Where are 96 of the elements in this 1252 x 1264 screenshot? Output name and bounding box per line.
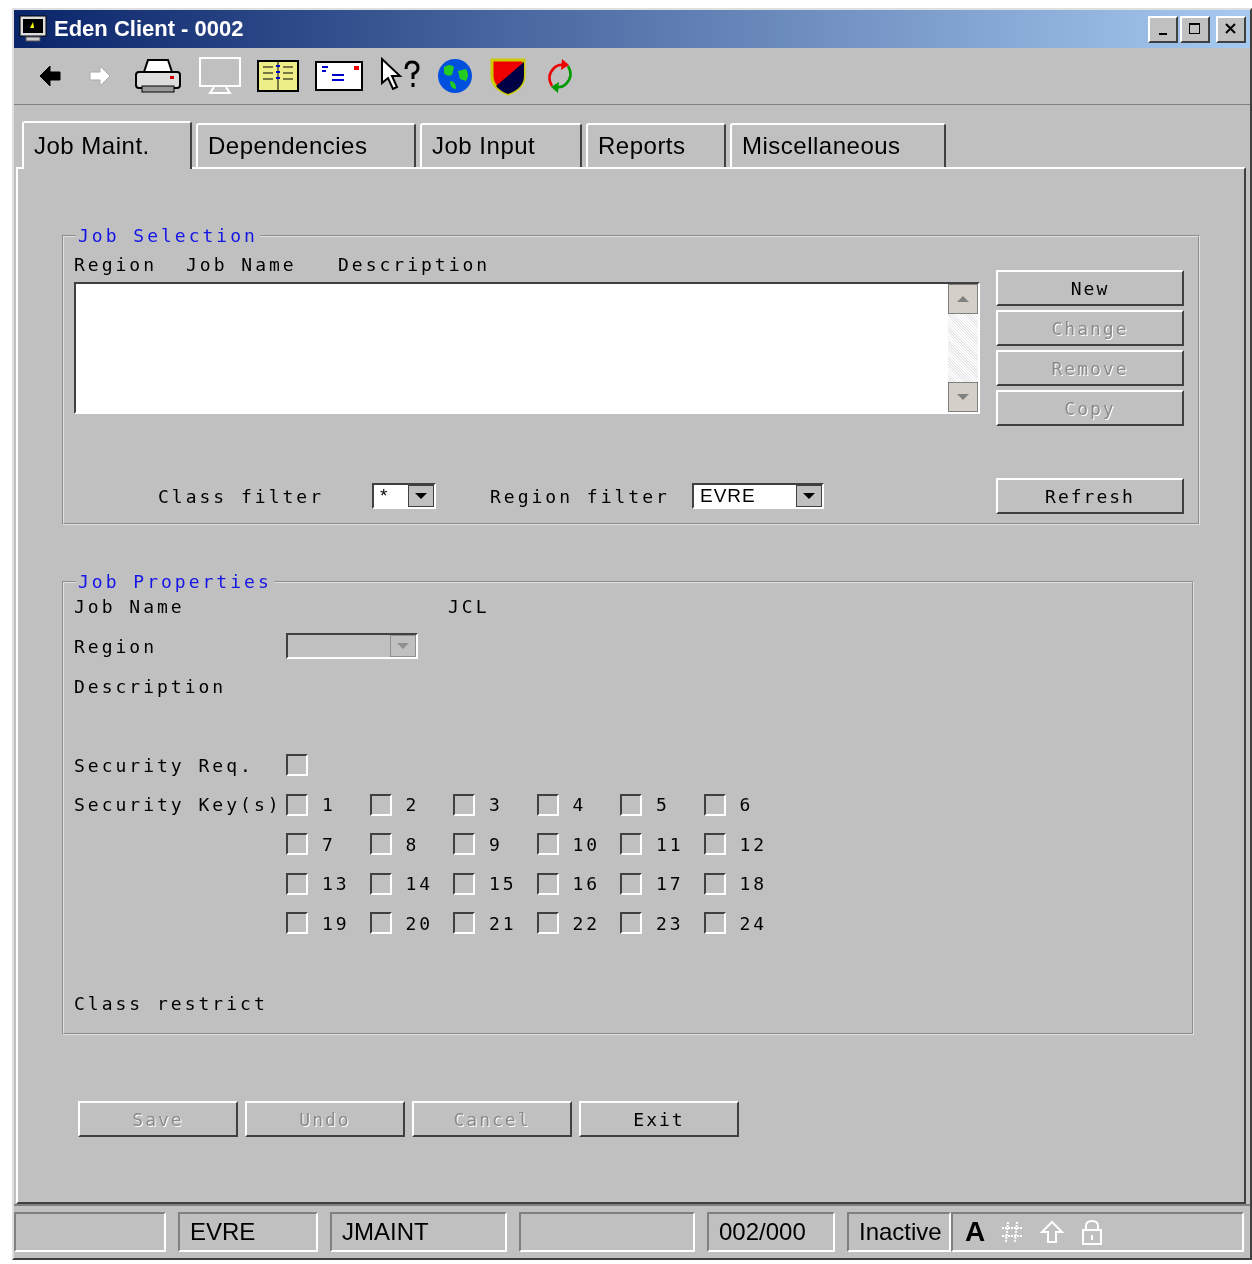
checkbox[interactable] (620, 793, 642, 816)
field-label: Class filter (158, 485, 326, 507)
checkbox-label: 16 (572, 873, 601, 895)
field-label: Security Req. (74, 754, 255, 776)
tab[interactable]: Reports (586, 123, 726, 167)
checkbox[interactable] (286, 912, 308, 935)
checkbox[interactable] (536, 793, 559, 816)
monitor-icon (18, 14, 48, 44)
action-button[interactable]: New (996, 270, 1184, 306)
checkbox[interactable] (453, 793, 475, 816)
dropdown-value: EVRE (699, 485, 756, 507)
scroll-up-button[interactable] (948, 284, 978, 314)
field-label: Description (74, 675, 228, 697)
tab[interactable]: Job Input (420, 123, 582, 167)
status-text: Inactive (859, 1218, 942, 1246)
envelope-icon[interactable] (314, 59, 364, 93)
checkbox-label: 21 (489, 912, 517, 934)
checkbox-label: 24 (739, 912, 768, 934)
field-label: JCL (448, 595, 490, 617)
checkbox[interactable] (369, 793, 392, 816)
checkbox[interactable] (453, 912, 475, 935)
checkbox-label: 19 (322, 912, 350, 934)
checkbox-label: 11 (656, 833, 684, 855)
checkbox[interactable] (620, 912, 642, 935)
checkbox[interactable] (536, 912, 559, 935)
checkbox[interactable] (620, 872, 642, 895)
checkbox[interactable] (536, 833, 559, 856)
column-header: Description (338, 253, 491, 275)
checkbox[interactable] (286, 793, 308, 816)
checkbox[interactable] (453, 833, 475, 856)
checkbox-label: 5 (656, 794, 670, 816)
column-header: Region (74, 253, 159, 275)
checkbox-label: 7 (322, 833, 336, 855)
field-label: Region (74, 635, 159, 657)
dropdown-value: * (379, 485, 389, 507)
close-button[interactable] (1216, 15, 1246, 43)
checkbox-label: 1 (322, 794, 336, 816)
checkbox-label: 12 (739, 833, 768, 855)
caps-lock-indicator: A (965, 1216, 986, 1248)
checkbox[interactable] (286, 833, 308, 856)
scrollbar[interactable] (948, 284, 978, 412)
field-label: Region filter (490, 485, 671, 507)
checkbox-label: 18 (739, 873, 768, 895)
checkbox-label: 15 (489, 873, 517, 895)
close-icon (1224, 22, 1238, 36)
tab[interactable]: Job Maint. (22, 121, 192, 169)
class-filter-dropdown[interactable]: * (372, 483, 436, 509)
checkbox[interactable] (703, 912, 726, 935)
checkbox[interactable] (369, 872, 392, 895)
checkbox-label: 20 (405, 912, 434, 934)
field-label: Class restrict (74, 992, 268, 1014)
column-header: Job Name (186, 253, 298, 275)
checkbox[interactable] (453, 872, 475, 895)
checkbox[interactable] (536, 872, 559, 895)
status-text: JMAINT (342, 1218, 429, 1246)
book-icon[interactable] (256, 58, 300, 94)
checkbox-label: 4 (572, 794, 587, 816)
checkbox-label: 10 (572, 833, 601, 855)
checkbox-label: 3 (489, 794, 503, 816)
printer-icon[interactable] (132, 56, 184, 96)
field-label: Job Name (74, 595, 186, 617)
action-button[interactable]: Exit (579, 1101, 739, 1137)
refresh-button[interactable]: Refresh (996, 478, 1184, 514)
globe-icon[interactable] (436, 57, 474, 95)
tab[interactable]: Miscellaneous (730, 123, 946, 167)
maximize-icon (1188, 22, 1202, 36)
checkbox-label: 17 (656, 873, 684, 895)
checkbox[interactable] (286, 872, 308, 895)
minimize-icon (1159, 33, 1167, 35)
checkbox-label: 14 (405, 873, 434, 895)
shield-icon[interactable] (488, 56, 528, 96)
field-label: Security Key(s) (74, 793, 283, 817)
checkbox[interactable] (703, 833, 726, 856)
checkbox-label: 8 (405, 833, 420, 855)
group-title: Job Properties (77, 571, 273, 592)
maximize-button[interactable] (1180, 15, 1210, 43)
group-title: Job Selection (77, 225, 259, 246)
checkbox-label: 22 (572, 912, 601, 934)
window-title: Eden Client - 0002 (54, 16, 244, 42)
checkbox[interactable] (286, 754, 308, 776)
minimize-button[interactable] (1148, 15, 1178, 43)
checkbox[interactable] (703, 793, 726, 816)
scroll-down-button[interactable] (948, 382, 978, 412)
status-text: EVRE (190, 1218, 256, 1246)
checkbox[interactable] (369, 833, 392, 856)
checkbox[interactable] (703, 872, 726, 895)
region-filter-dropdown[interactable]: EVRE (692, 483, 824, 509)
tab[interactable]: Dependencies (196, 123, 416, 167)
checkbox-label: 2 (405, 794, 420, 816)
checkbox[interactable] (620, 833, 642, 856)
checkbox-label: 13 (322, 873, 350, 895)
checkbox-label: 9 (489, 833, 503, 855)
checkbox-label: 23 (656, 912, 684, 934)
status-text: 002/000 (719, 1218, 806, 1246)
checkbox-label: 6 (739, 794, 754, 816)
checkbox[interactable] (369, 912, 392, 935)
